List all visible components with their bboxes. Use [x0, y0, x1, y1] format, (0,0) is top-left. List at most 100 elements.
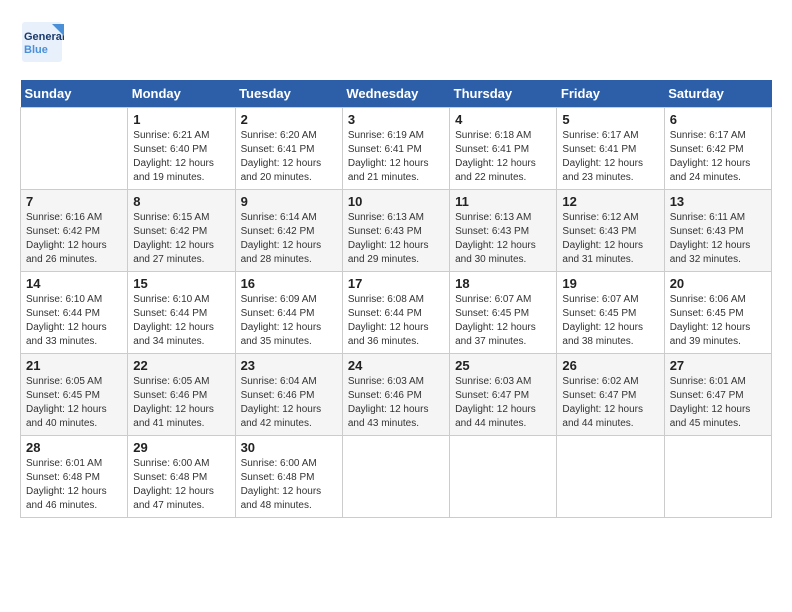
calendar-cell: 8 Sunrise: 6:15 AM Sunset: 6:42 PM Daylig… [128, 190, 235, 272]
calendar-cell [342, 436, 449, 518]
page-header: General Blue [20, 20, 772, 64]
day-info: Sunrise: 6:12 AM Sunset: 6:43 PM Dayligh… [562, 211, 658, 267]
day-number: 22 [133, 358, 229, 373]
calendar-header: SundayMondayTuesdayWednesdayThursdayFrid… [21, 80, 772, 108]
day-info: Sunrise: 6:01 AM Sunset: 6:48 PM Dayligh… [26, 457, 122, 513]
day-info: Sunrise: 6:18 AM Sunset: 6:41 PM Dayligh… [455, 129, 551, 185]
calendar-week-1: 1 Sunrise: 6:21 AM Sunset: 6:40 PM Daylig… [21, 108, 772, 190]
day-info: Sunrise: 6:01 AM Sunset: 6:47 PM Dayligh… [670, 375, 766, 431]
header-day-thursday: Thursday [450, 80, 557, 108]
day-number: 20 [670, 276, 766, 291]
calendar-cell: 22 Sunrise: 6:05 AM Sunset: 6:46 PM Dayli… [128, 354, 235, 436]
calendar-cell: 9 Sunrise: 6:14 AM Sunset: 6:42 PM Daylig… [235, 190, 342, 272]
day-info: Sunrise: 6:16 AM Sunset: 6:42 PM Dayligh… [26, 211, 122, 267]
day-info: Sunrise: 6:03 AM Sunset: 6:46 PM Dayligh… [348, 375, 444, 431]
calendar-cell: 15Sunrise: 6:10 AM Sunset: 6:44 PM Dayli… [128, 272, 235, 354]
day-info: Sunrise: 6:17 AM Sunset: 6:41 PM Dayligh… [562, 129, 658, 185]
calendar-cell: 11 Sunrise: 6:13 AM Sunset: 6:43 PM Dayli… [450, 190, 557, 272]
svg-text:General: General [24, 31, 64, 43]
day-number: 15 [133, 276, 229, 291]
day-number: 26 [562, 358, 658, 373]
day-number: 12 [562, 194, 658, 209]
calendar-cell [450, 436, 557, 518]
day-info: Sunrise: 6:06 AM Sunset: 6:45 PM Dayligh… [670, 293, 766, 349]
calendar-cell: 16 Sunrise: 6:09 AM Sunset: 6:44 PM Dayli… [235, 272, 342, 354]
day-number: 7 [26, 194, 122, 209]
calendar-cell: 4 Sunrise: 6:18 AM Sunset: 6:41 PM Daylig… [450, 108, 557, 190]
day-info: Sunrise: 6:05 AM Sunset: 6:45 PM Dayligh… [26, 375, 122, 431]
calendar-cell: 27 Sunrise: 6:01 AM Sunset: 6:47 PM Dayli… [664, 354, 771, 436]
header-day-sunday: Sunday [21, 80, 128, 108]
day-number: 13 [670, 194, 766, 209]
header-day-saturday: Saturday [664, 80, 771, 108]
day-number: 11 [455, 194, 551, 209]
day-info: Sunrise: 6:11 AM Sunset: 6:43 PM Dayligh… [670, 211, 766, 267]
day-info: Sunrise: 6:08 AM Sunset: 6:44 PM Dayligh… [348, 293, 444, 349]
calendar-cell: 1 Sunrise: 6:21 AM Sunset: 6:40 PM Daylig… [128, 108, 235, 190]
day-number: 10 [348, 194, 444, 209]
day-info: Sunrise: 6:13 AM Sunset: 6:43 PM Dayligh… [348, 211, 444, 267]
header-day-friday: Friday [557, 80, 664, 108]
day-info: Sunrise: 6:03 AM Sunset: 6:47 PM Dayligh… [455, 375, 551, 431]
day-info: Sunrise: 6:05 AM Sunset: 6:46 PM Dayligh… [133, 375, 229, 431]
calendar-cell [664, 436, 771, 518]
day-info: Sunrise: 6:09 AM Sunset: 6:44 PM Dayligh… [241, 293, 337, 349]
calendar-cell: 17 Sunrise: 6:08 AM Sunset: 6:44 PM Dayli… [342, 272, 449, 354]
day-number: 17 [348, 276, 444, 291]
calendar-cell: 19 Sunrise: 6:07 AM Sunset: 6:45 PM Dayli… [557, 272, 664, 354]
day-number: 2 [241, 112, 337, 127]
day-number: 30 [241, 440, 337, 455]
calendar-body: 1 Sunrise: 6:21 AM Sunset: 6:40 PM Daylig… [21, 108, 772, 518]
calendar-cell: 23Sunrise: 6:04 AM Sunset: 6:46 PM Dayli… [235, 354, 342, 436]
day-info: Sunrise: 6:10 AM Sunset: 6:44 PM Dayligh… [26, 293, 122, 349]
logo-icon: General Blue [20, 20, 64, 64]
day-number: 16 [241, 276, 337, 291]
day-info: Sunrise: 6:00 AM Sunset: 6:48 PM Dayligh… [241, 457, 337, 513]
day-number: 18 [455, 276, 551, 291]
calendar-cell [557, 436, 664, 518]
day-number: 9 [241, 194, 337, 209]
svg-text:Blue: Blue [24, 44, 48, 56]
day-info: Sunrise: 6:15 AM Sunset: 6:42 PM Dayligh… [133, 211, 229, 267]
calendar-cell: 26Sunrise: 6:02 AM Sunset: 6:47 PM Dayli… [557, 354, 664, 436]
calendar-week-5: 28 Sunrise: 6:01 AM Sunset: 6:48 PM Dayli… [21, 436, 772, 518]
calendar-cell: 21 Sunrise: 6:05 AM Sunset: 6:45 PM Dayli… [21, 354, 128, 436]
day-number: 8 [133, 194, 229, 209]
calendar-cell: 20 Sunrise: 6:06 AM Sunset: 6:45 PM Dayli… [664, 272, 771, 354]
calendar-cell: 2 Sunrise: 6:20 AM Sunset: 6:41 PM Daylig… [235, 108, 342, 190]
day-info: Sunrise: 6:21 AM Sunset: 6:40 PM Dayligh… [133, 129, 229, 185]
calendar-cell: 30 Sunrise: 6:00 AM Sunset: 6:48 PM Dayli… [235, 436, 342, 518]
day-number: 19 [562, 276, 658, 291]
calendar-cell: 14 Sunrise: 6:10 AM Sunset: 6:44 PM Dayli… [21, 272, 128, 354]
day-number: 4 [455, 112, 551, 127]
calendar-cell: 12 Sunrise: 6:12 AM Sunset: 6:43 PM Dayli… [557, 190, 664, 272]
calendar-table: SundayMondayTuesdayWednesdayThursdayFrid… [20, 80, 772, 518]
day-number: 29 [133, 440, 229, 455]
calendar-week-3: 14 Sunrise: 6:10 AM Sunset: 6:44 PM Dayli… [21, 272, 772, 354]
day-number: 6 [670, 112, 766, 127]
day-number: 5 [562, 112, 658, 127]
day-number: 28 [26, 440, 122, 455]
day-number: 3 [348, 112, 444, 127]
day-number: 27 [670, 358, 766, 373]
calendar-cell: 28 Sunrise: 6:01 AM Sunset: 6:48 PM Dayli… [21, 436, 128, 518]
day-info: Sunrise: 6:20 AM Sunset: 6:41 PM Dayligh… [241, 129, 337, 185]
header-row: SundayMondayTuesdayWednesdayThursdayFrid… [21, 80, 772, 108]
header-day-tuesday: Tuesday [235, 80, 342, 108]
calendar-week-4: 21 Sunrise: 6:05 AM Sunset: 6:45 PM Dayli… [21, 354, 772, 436]
day-info: Sunrise: 6:14 AM Sunset: 6:42 PM Dayligh… [241, 211, 337, 267]
calendar-cell: 13 Sunrise: 6:11 AM Sunset: 6:43 PM Dayli… [664, 190, 771, 272]
calendar-cell: 10 Sunrise: 6:13 AM Sunset: 6:43 PM Dayli… [342, 190, 449, 272]
day-number: 24 [348, 358, 444, 373]
day-number: 14 [26, 276, 122, 291]
day-number: 21 [26, 358, 122, 373]
header-day-monday: Monday [128, 80, 235, 108]
calendar-cell: 24 Sunrise: 6:03 AM Sunset: 6:46 PM Dayli… [342, 354, 449, 436]
day-info: Sunrise: 6:13 AM Sunset: 6:43 PM Dayligh… [455, 211, 551, 267]
calendar-cell [21, 108, 128, 190]
day-number: 25 [455, 358, 551, 373]
day-info: Sunrise: 6:00 AM Sunset: 6:48 PM Dayligh… [133, 457, 229, 513]
day-info: Sunrise: 6:19 AM Sunset: 6:41 PM Dayligh… [348, 129, 444, 185]
day-number: 1 [133, 112, 229, 127]
day-info: Sunrise: 6:07 AM Sunset: 6:45 PM Dayligh… [562, 293, 658, 349]
